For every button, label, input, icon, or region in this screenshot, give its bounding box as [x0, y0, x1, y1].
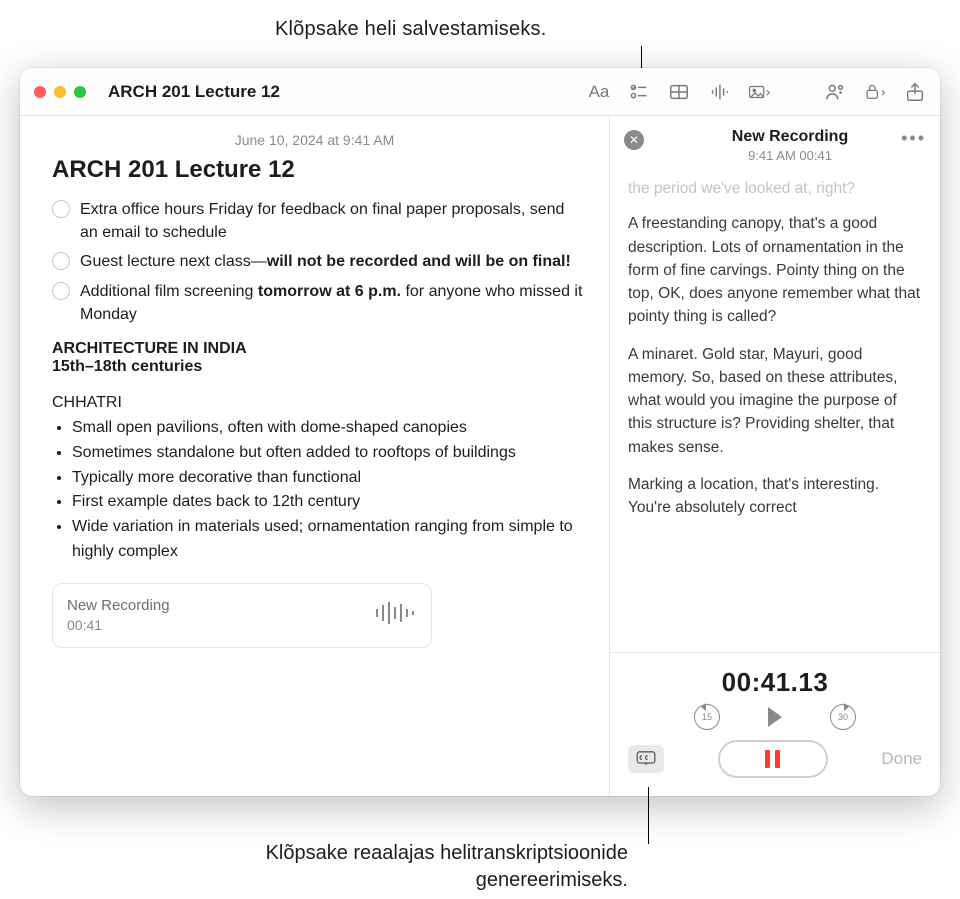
transcript-paragraph: Marking a location, that's interesting. … — [628, 473, 922, 520]
zoom-window-button[interactable] — [74, 86, 86, 98]
table-icon[interactable] — [668, 81, 690, 103]
checkbox-icon[interactable] — [52, 252, 70, 270]
skip-forward-30-button[interactable]: 30 — [830, 704, 856, 730]
recording-panel-header: ✕ New Recording 9:41 AM 00:41 ••• — [610, 116, 940, 171]
recording-subtitle: 9:41 AM 00:41 — [654, 148, 926, 163]
checkbox-icon[interactable] — [52, 282, 70, 300]
note-title: ARCH 201 Lecture 12 — [52, 156, 585, 184]
bullet-list: Small open pavilions, often with dome-sh… — [52, 416, 585, 565]
list-item: First example dates back to 12th century — [72, 490, 585, 515]
recording-timer: 00:41.13 — [628, 667, 922, 698]
checklist-text: Extra office hours Friday for feedback o… — [80, 201, 564, 241]
recording-title: New Recording — [654, 128, 926, 146]
recording-attachment-title: New Recording — [67, 596, 170, 616]
checklist-item[interactable]: Guest lecture next class—will not be rec… — [34, 250, 585, 273]
more-options-button[interactable]: ••• — [901, 128, 926, 149]
recording-panel: ✕ New Recording 9:41 AM 00:41 ••• the pe… — [610, 116, 940, 796]
waveform-icon — [373, 600, 417, 631]
content-area: June 10, 2024 at 9:41 AM ARCH 201 Lectur… — [20, 116, 940, 796]
checklist-icon[interactable] — [628, 81, 650, 103]
format-button[interactable]: Aa — [588, 81, 610, 103]
skip-back-15-button[interactable]: 15 — [694, 704, 720, 730]
minimize-window-button[interactable] — [54, 86, 66, 98]
callout-record-audio: Klõpsake heli salvestamiseks. — [275, 18, 546, 41]
transcript-paragraph: A freestanding canopy, that's a good des… — [628, 212, 922, 328]
list-item: Wide variation in materials used; orname… — [72, 515, 585, 565]
checkbox-icon[interactable] — [52, 200, 70, 218]
recording-attachment[interactable]: New Recording 00:41 — [52, 583, 432, 648]
window-controls — [34, 86, 86, 98]
link-collaborate-icon[interactable] — [824, 81, 846, 103]
close-panel-button[interactable]: ✕ — [624, 130, 644, 150]
note-pane: June 10, 2024 at 9:41 AM ARCH 201 Lectur… — [20, 116, 610, 796]
media-icon[interactable] — [748, 81, 770, 103]
checklist-text-bold: will not be recorded and will be on fina… — [267, 253, 571, 270]
callout-transcription: Klõpsake reaalajas helitranskriptsioonid… — [108, 840, 628, 894]
checklist-text: Additional film screening — [80, 283, 258, 300]
toolbar: Aa — [588, 81, 926, 103]
list-item: Sometimes standalone but often added to … — [72, 441, 585, 466]
transcript-paragraph: A minaret. Gold star, Mayuri, good memor… — [628, 343, 922, 459]
list-item: Small open pavilions, often with dome-sh… — [72, 416, 585, 441]
pause-record-button[interactable] — [718, 740, 828, 778]
checklist-item[interactable]: Extra office hours Friday for feedback o… — [34, 198, 585, 244]
note-date: June 10, 2024 at 9:41 AM — [20, 132, 609, 148]
transcription-toggle-button[interactable] — [628, 745, 664, 773]
titlebar: ARCH 201 Lecture 12 Aa — [20, 68, 940, 116]
checklist-text: Guest lecture next class— — [80, 253, 267, 270]
subsection-heading: CHHATRI — [52, 394, 585, 412]
playback-controls: 00:41.13 15 30 Done — [610, 652, 940, 796]
section-subheading: 15th–18th centuries — [52, 358, 585, 376]
checklist-text-bold: tomorrow at 6 p.m. — [258, 283, 401, 300]
play-button[interactable] — [768, 707, 782, 727]
done-button[interactable]: Done — [881, 749, 922, 769]
close-window-button[interactable] — [34, 86, 46, 98]
recording-attachment-time: 00:41 — [67, 616, 170, 635]
transcript-faded-line: the period we've looked at, right? — [628, 177, 922, 200]
transcript-area: the period we've looked at, right? A fre… — [610, 171, 940, 652]
callout-line — [648, 787, 649, 844]
section-heading: ARCHITECTURE IN INDIA — [52, 340, 585, 358]
window-title: ARCH 201 Lecture 12 — [108, 82, 280, 102]
app-window: ARCH 201 Lecture 12 Aa — [20, 68, 940, 796]
audio-record-icon[interactable] — [708, 81, 730, 103]
list-item: Typically more decorative than functiona… — [72, 466, 585, 491]
checklist-item[interactable]: Additional film screening tomorrow at 6 … — [34, 280, 585, 326]
share-icon[interactable] — [904, 81, 926, 103]
lock-icon[interactable] — [864, 81, 886, 103]
